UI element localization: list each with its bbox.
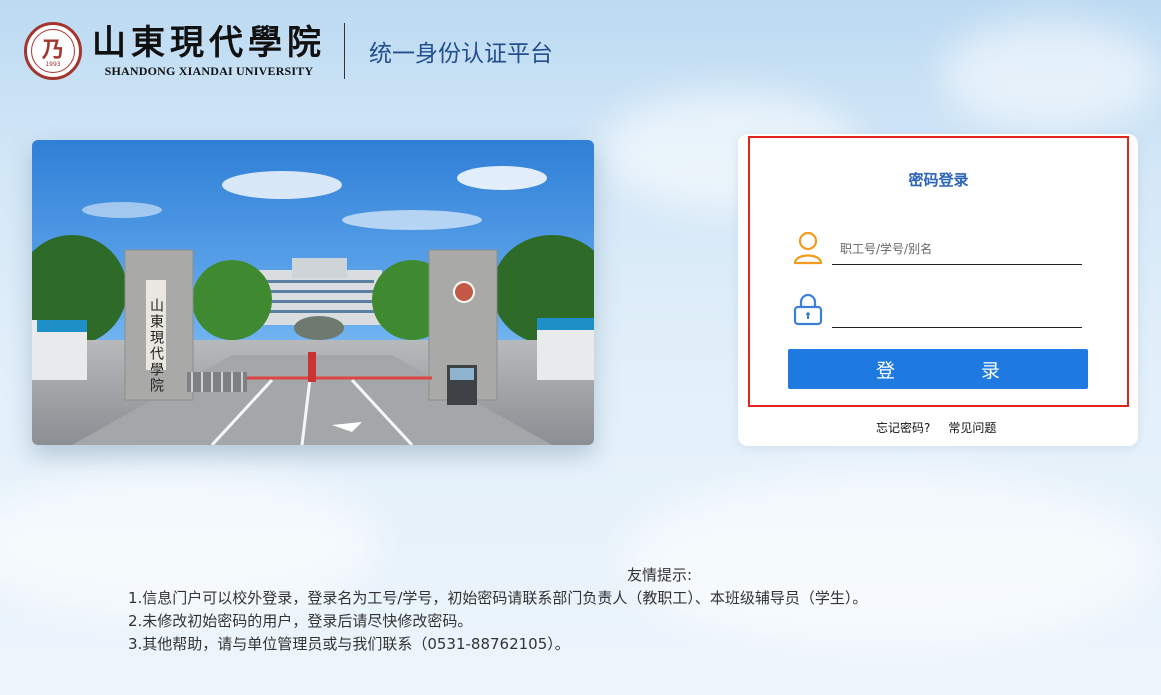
username-field	[832, 234, 1090, 265]
user-icon	[793, 231, 823, 265]
tip-item: 2.未修改初始密码的用户，登录后请尽快修改密码。	[128, 612, 473, 630]
header: 乃 1993 山東現代學院 SHANDONG XIANDAI UNIVERSIT…	[24, 18, 553, 84]
school-name: 山東現代學院 SHANDONG XIANDAI UNIVERSITY	[92, 24, 326, 79]
seal-year: 1993	[45, 61, 61, 68]
platform-title: 统一身份认证平台	[369, 41, 553, 67]
login-links: 忘记密码? 常见问题	[876, 419, 996, 436]
tip-item: 3.其他帮助，请与单位管理员或与我们联系（0531-88762105）。	[128, 635, 570, 653]
header-divider	[344, 23, 345, 79]
lock-icon	[793, 293, 823, 326]
login-button[interactable]: 登 录	[788, 349, 1088, 389]
forgot-password-link[interactable]: 忘记密码?	[876, 421, 930, 435]
school-name-cn: 山東現代學院	[92, 22, 326, 63]
password-input[interactable]	[832, 297, 1090, 327]
faq-link[interactable]: 常见问题	[948, 421, 996, 435]
school-seal-logo: 乃 1993	[24, 22, 82, 80]
password-field	[832, 297, 1090, 328]
school-name-en: SHANDONG XIANDAI UNIVERSITY	[104, 63, 314, 78]
campus-gate-photo: 山東現代學院	[32, 140, 594, 445]
gate-inscription: 山東現代學院	[148, 298, 164, 394]
tips-list: 1.信息门户可以校外登录，登录名为工号/学号，初始密码请联系部门负责人（教职工）…	[128, 587, 888, 656]
username-input[interactable]	[832, 234, 1090, 264]
tips-title: 友情提示:	[627, 566, 693, 584]
tip-item: 1.信息门户可以校外登录，登录名为工号/学号，初始密码请联系部门负责人（教职工）…	[128, 589, 868, 607]
login-title[interactable]: 密码登录	[748, 169, 1129, 190]
